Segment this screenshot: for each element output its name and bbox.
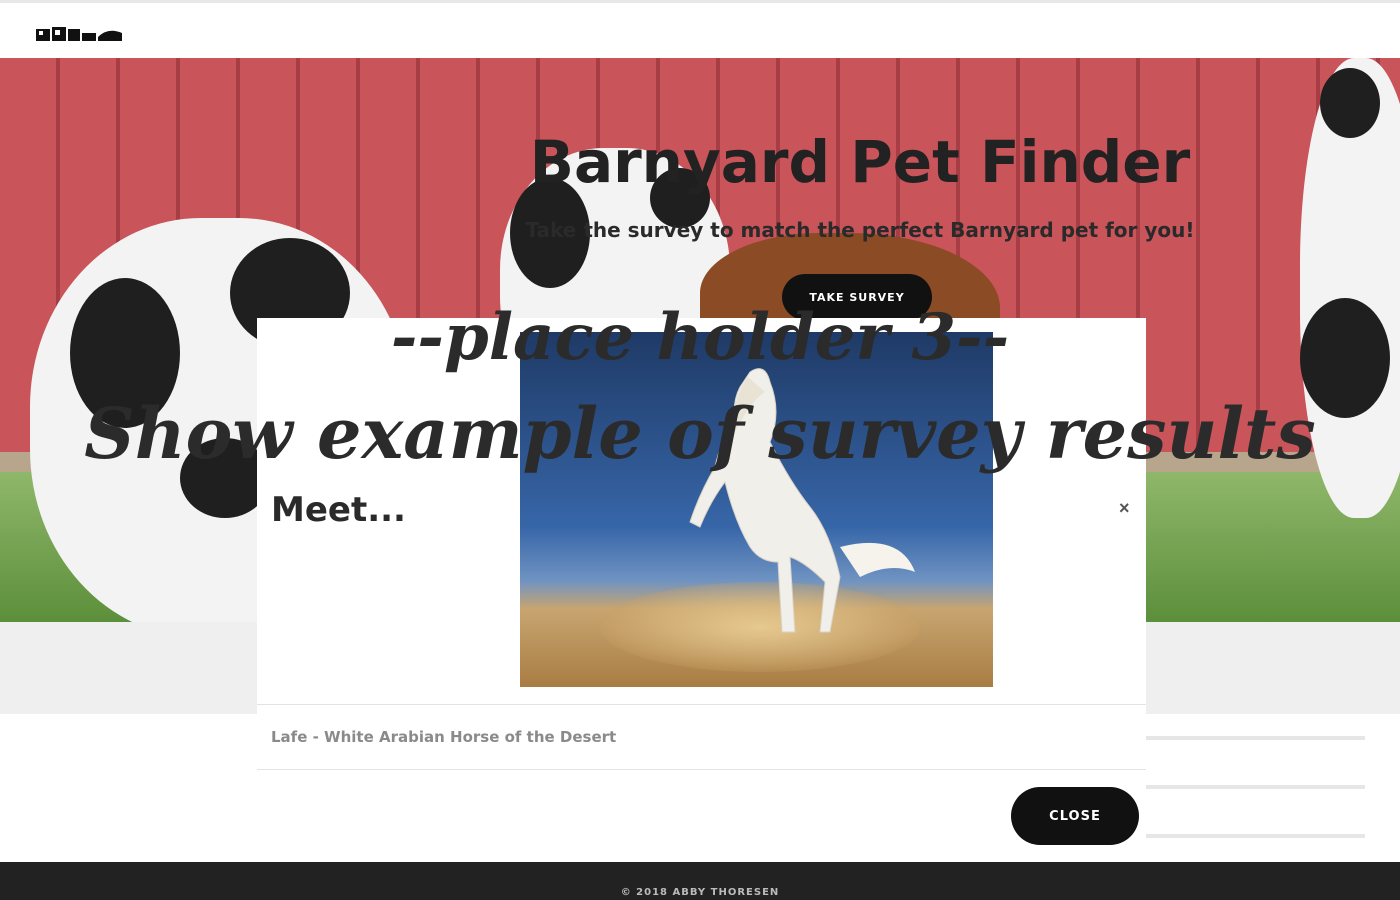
result-pet-name: Lafe - White Arabian Horse of the Desert — [271, 728, 617, 746]
modal-title: Meet... — [271, 490, 406, 530]
divider-line — [1146, 736, 1365, 740]
modal-divider — [257, 704, 1146, 705]
divider-line — [1146, 834, 1365, 838]
placeholder-description: Show example of survey results — [84, 392, 1316, 475]
divider-line — [1146, 785, 1365, 789]
placeholder-heading: --place holder 3-- — [390, 300, 1010, 375]
horse-illustration — [689, 368, 915, 633]
hero-title: Barnyard Pet Finder — [529, 128, 1191, 196]
result-pet-image — [520, 332, 993, 687]
close-icon[interactable]: × — [1119, 498, 1130, 519]
hero-subtitle: Take the survey to match the perfect Bar… — [525, 218, 1195, 242]
top-nav — [0, 0, 1400, 58]
modal-divider — [257, 769, 1146, 770]
site-logo[interactable] — [36, 23, 124, 43]
close-button[interactable]: CLOSE — [1011, 787, 1139, 845]
footer-copyright: © 2018 ABBY THORESEN — [620, 887, 780, 898]
